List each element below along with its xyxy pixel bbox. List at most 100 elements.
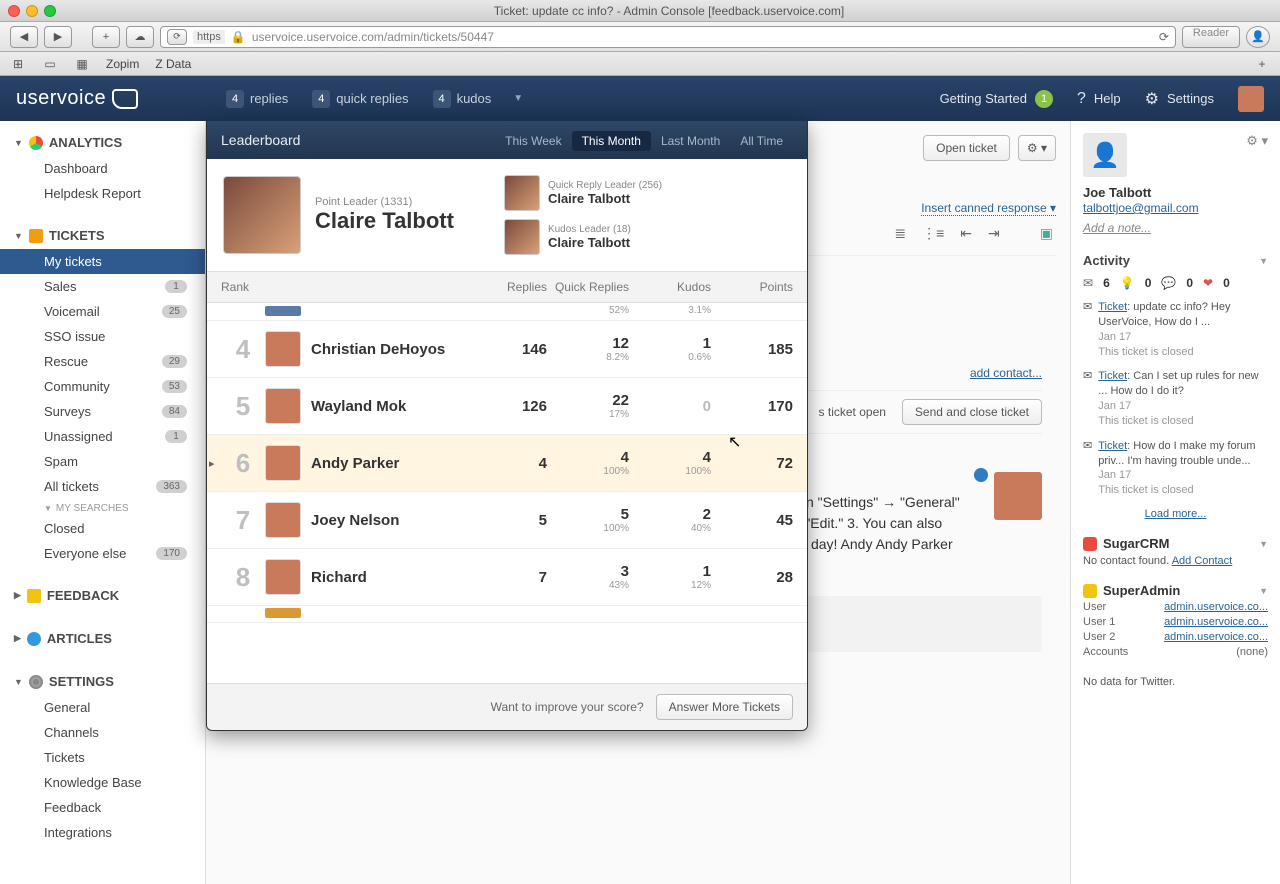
ticket-link[interactable]: Ticket <box>1098 301 1127 313</box>
chevron-down-icon[interactable]: ▼ <box>513 93 523 104</box>
outdent-icon[interactable]: ⇤ <box>957 222 975 245</box>
sidebar-item[interactable]: Everyone else170 <box>0 541 205 566</box>
close-window-icon[interactable] <box>8 5 20 17</box>
ticket-gear-button[interactable]: ⚙ ▾ <box>1018 135 1056 161</box>
period-tab[interactable]: Last Month <box>651 131 730 151</box>
sidebar: ▼ANALYTICS Dashboard Helpdesk Report ▼TI… <box>0 121 206 884</box>
zoom-window-icon[interactable] <box>44 5 56 17</box>
ticket-link[interactable]: Ticket <box>1098 440 1127 452</box>
sidebar-section-settings[interactable]: ▼SETTINGS <box>0 668 205 695</box>
label: Voicemail <box>44 304 100 319</box>
insert-canned-link[interactable]: Insert canned response ▾ <box>921 201 1056 216</box>
reload-icon[interactable]: ⟳ <box>1159 30 1169 44</box>
sidebar-item[interactable]: Rescue29 <box>0 349 205 374</box>
url-scheme: https <box>193 30 225 44</box>
period-tab[interactable]: This Week <box>495 131 571 151</box>
footer-text: Want to improve your score? <box>491 700 644 714</box>
sidebar-item[interactable]: Spam <box>0 449 205 474</box>
stat-kudos[interactable]: 4 kudos <box>425 86 500 112</box>
sidebar-icon[interactable]: ⊞ <box>10 57 26 71</box>
reload-icon[interactable]: ⟳ <box>167 29 187 45</box>
link[interactable]: admin.uservoice.co... <box>1164 601 1268 613</box>
sidebar-section-tickets[interactable]: ▼TICKETS <box>0 222 205 249</box>
sidebar-item[interactable]: Sales1 <box>0 274 205 299</box>
stats-bar: 4replies 4quick replies 4 kudos ▼ <box>206 76 535 121</box>
settings-link[interactable]: ⚙ Settings <box>1145 89 1214 109</box>
stat-quick-replies[interactable]: 4quick replies <box>304 86 416 112</box>
table-row[interactable]: 8Richard7343%112%28 <box>207 549 807 606</box>
open-ticket-button[interactable]: Open ticket <box>923 135 1010 161</box>
label: Everyone else <box>44 546 126 561</box>
sidebar-item[interactable]: Channels <box>0 720 205 745</box>
sidebar-item[interactable]: Tickets <box>0 745 205 770</box>
sidebar-item[interactable]: My tickets <box>0 249 205 274</box>
label: kudos <box>457 91 492 106</box>
sidebar-section-analytics[interactable]: ▼ANALYTICS <box>0 129 205 156</box>
sidebar-item[interactable]: Knowledge Base <box>0 770 205 795</box>
sidebar-item[interactable]: SSO issue <box>0 324 205 349</box>
gear-icon[interactable]: ⚙ ▾ <box>1246 133 1268 177</box>
integration-sugarcrm[interactable]: SugarCRM ▼ <box>1083 536 1268 551</box>
rank: 5 <box>221 391 265 422</box>
reader-button[interactable]: Reader <box>1182 26 1240 48</box>
image-icon[interactable]: ▣ <box>1037 222 1056 245</box>
link[interactable]: admin.uservoice.co... <box>1164 616 1268 628</box>
add-contact-link[interactable]: add contact... <box>970 366 1042 380</box>
getting-started-link[interactable]: Getting Started 1 <box>940 90 1053 108</box>
logo[interactable]: uservoice <box>16 87 138 110</box>
forward-button[interactable]: ▶ <box>44 26 72 48</box>
grid-icon[interactable]: ▦ <box>74 57 90 71</box>
activity-head[interactable]: Activity▼ <box>1083 253 1268 268</box>
table-row[interactable]: 4Christian DeHoyos146128.2%10.6%185 <box>207 321 807 378</box>
back-button[interactable]: ◀ <box>10 26 38 48</box>
sidebar-item[interactable]: Community53 <box>0 374 205 399</box>
user-menu-button[interactable]: 👤 <box>1246 26 1270 48</box>
sidebar-item-dashboard[interactable]: Dashboard <box>0 156 205 181</box>
popup-header: Leaderboard This WeekThis MonthLast Mont… <box>207 121 807 159</box>
ol-icon[interactable]: ⋮≡ <box>919 222 947 245</box>
table-row[interactable]: 5Wayland Mok1262217%0170 <box>207 378 807 435</box>
sidebar-item[interactable]: Feedback <box>0 795 205 820</box>
add-tab-icon[interactable]: + <box>1254 57 1270 71</box>
bookmark-item[interactable]: Zopim <box>106 57 139 71</box>
user-avatar[interactable] <box>1238 86 1264 112</box>
label: replies <box>250 91 288 106</box>
bookmark-item[interactable]: Z Data <box>155 57 191 71</box>
sidebar-item[interactable]: Surveys84 <box>0 399 205 424</box>
indent-icon[interactable]: ⇥ <box>985 222 1003 245</box>
table-row[interactable]: 7Joey Nelson55100%240%45 <box>207 492 807 549</box>
sidebar-section-articles[interactable]: ▶ARTICLES <box>0 625 205 652</box>
sidebar-item[interactable]: Voicemail25 <box>0 299 205 324</box>
answer-more-button[interactable]: Answer More Tickets <box>656 694 793 720</box>
minimize-window-icon[interactable] <box>26 5 38 17</box>
sidebar-item[interactable]: Closed <box>0 516 205 541</box>
integration-superadmin[interactable]: SuperAdmin ▼ <box>1083 583 1268 598</box>
contact-email-link[interactable]: talbottjoe@gmail.com <box>1083 201 1199 215</box>
sidebar-item[interactable]: Integrations <box>0 820 205 845</box>
link[interactable]: admin.uservoice.co... <box>1164 631 1268 643</box>
sidebar-item-helpdesk-report[interactable]: Helpdesk Report <box>0 181 205 206</box>
count: 4 <box>433 90 451 108</box>
share-button[interactable]: ☁ <box>126 26 154 48</box>
table-body[interactable]: 52%3.1%4Christian DeHoyos146128.2%10.6%1… <box>207 303 807 683</box>
url-bar[interactable]: ⟳ https 🔒 uservoice.uservoice.com/admin/… <box>160 26 1176 48</box>
ul-icon[interactable]: ≣ <box>891 222 909 245</box>
book-icon[interactable]: ▭ <box>42 57 58 71</box>
add-contact-link[interactable]: Add Contact <box>1172 555 1233 567</box>
add-bookmark-button[interactable]: + <box>92 26 120 48</box>
load-more-link[interactable]: Load more... <box>1083 508 1268 520</box>
sidebar-section-feedback[interactable]: ▶FEEDBACK <box>0 582 205 609</box>
help-link[interactable]: ? Help <box>1077 90 1121 108</box>
label: My tickets <box>44 254 102 269</box>
add-note-link[interactable]: Add a note... <box>1083 221 1151 235</box>
period-tab[interactable]: This Month <box>572 131 651 151</box>
sidebar-item[interactable]: General <box>0 695 205 720</box>
send-close-button[interactable]: Send and close ticket <box>902 399 1042 425</box>
ticket-link[interactable]: Ticket <box>1098 370 1127 382</box>
table-row[interactable]: 6Andy Parker44100%4100%72 <box>207 435 807 492</box>
sidebar-item[interactable]: Unassigned1 <box>0 424 205 449</box>
sugarcrm-icon <box>1083 537 1097 551</box>
period-tab[interactable]: All Time <box>730 131 793 151</box>
sidebar-item[interactable]: All tickets363 <box>0 474 205 499</box>
stat-replies[interactable]: 4replies <box>218 86 296 112</box>
